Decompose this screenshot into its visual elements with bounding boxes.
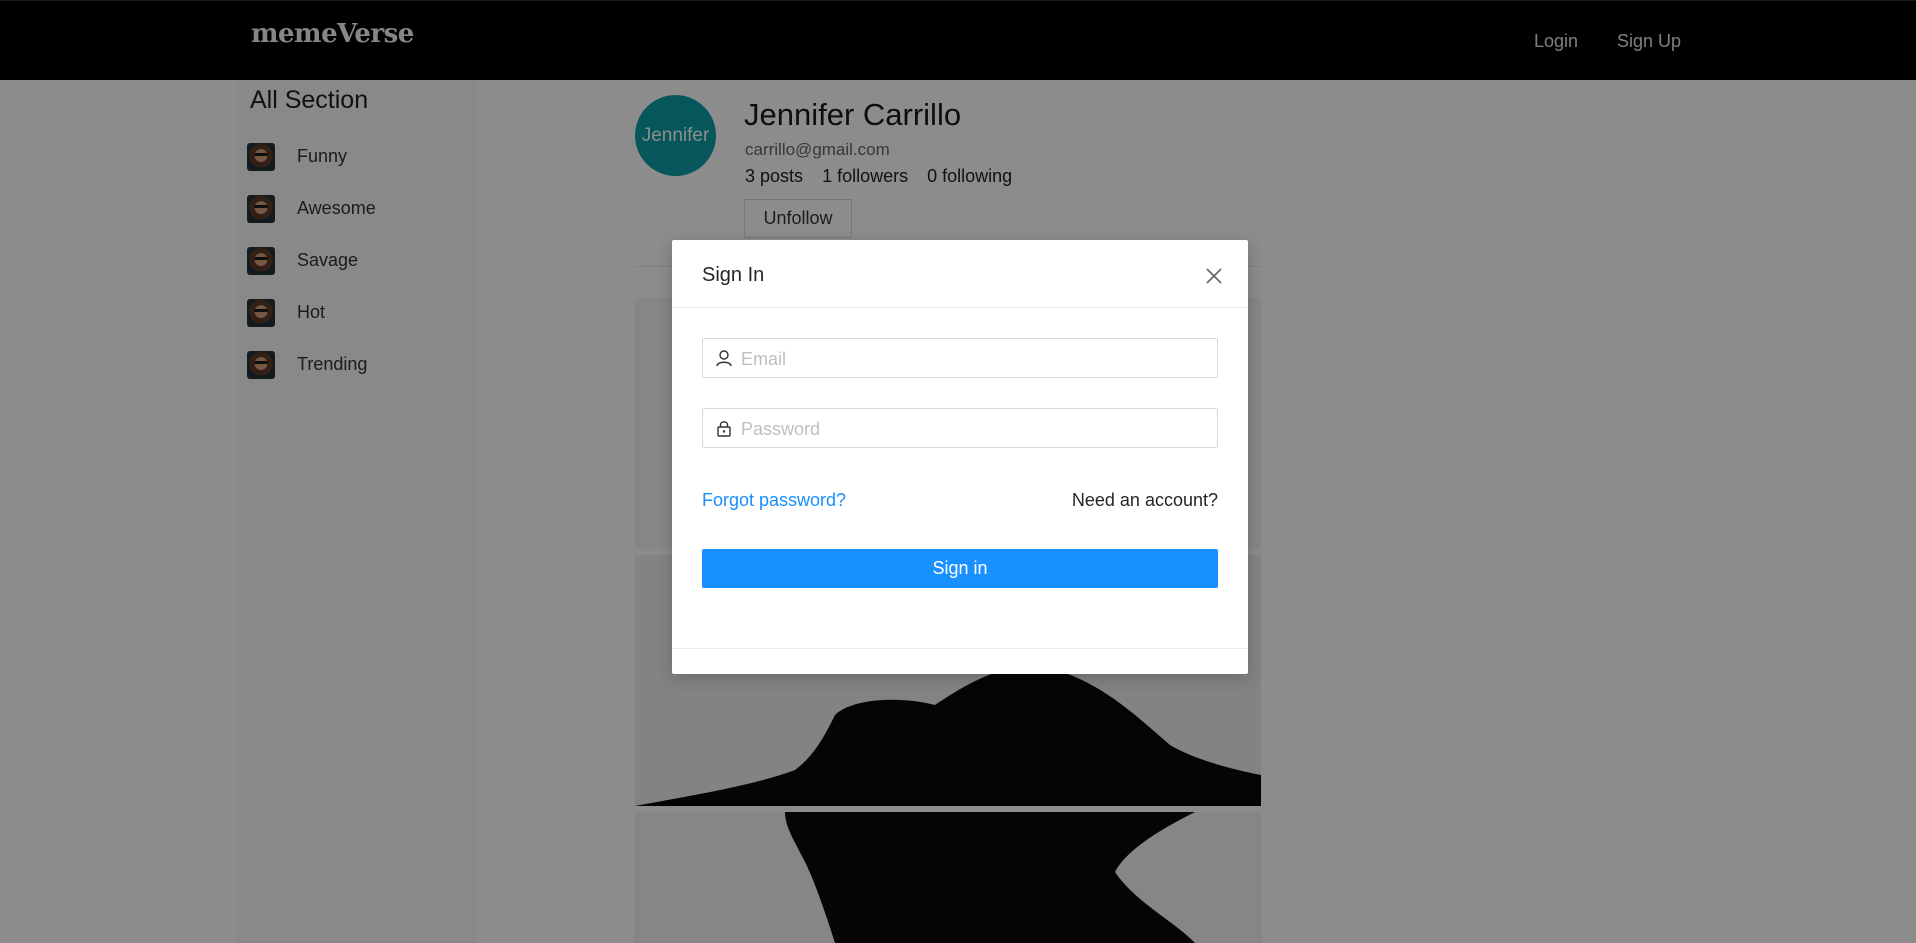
sign-in-modal: Sign In Forgot password? Need an account… [672,240,1248,674]
modal-title: Sign In [702,264,765,286]
email-input[interactable] [739,339,1213,379]
need-account-link[interactable]: Need an account? [1072,490,1218,511]
email-field [702,338,1218,379]
modal-header-divider [672,307,1248,308]
lock-icon [715,419,733,437]
password-input[interactable] [739,409,1213,449]
close-icon[interactable] [1202,264,1226,288]
password-field [702,408,1218,449]
forgot-password-link[interactable]: Forgot password? [702,490,846,511]
modal-footer-divider [672,648,1248,649]
sign-in-button[interactable]: Sign in [702,549,1218,588]
user-icon [715,349,733,367]
